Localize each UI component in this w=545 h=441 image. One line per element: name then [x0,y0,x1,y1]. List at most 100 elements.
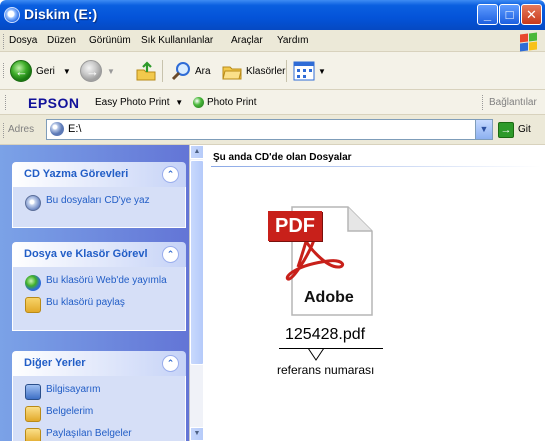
toolbar-separator [286,60,287,82]
place-shared-documents[interactable]: Paylaşılan Belgeler [25,428,185,441]
file-view: Şu anda CD'de olan Dosyalar PDF Adobe 12… [203,145,545,441]
address-label: Adres [8,124,35,135]
collapse-icon[interactable]: ⌃ [162,246,179,263]
task-publish-web[interactable]: Bu klasörü Web'de yayımla [25,275,185,291]
maximize-button[interactable]: □ [499,4,520,25]
up-folder-icon [136,61,156,81]
views-icon [293,61,315,81]
cd-drive-icon [4,7,20,23]
scroll-down-icon[interactable]: ▼ [190,427,204,441]
toolbar-grip [3,63,6,78]
task-share-folder[interactable]: Bu klasörü paylaş [25,297,185,313]
place-my-documents[interactable]: Belgelerim [25,406,185,422]
documents-folder-icon [25,406,41,422]
address-grip [3,123,6,138]
views-button[interactable]: ▼ [293,58,326,84]
go-arrow-icon[interactable]: → [498,122,514,138]
back-label: Geri [36,65,55,77]
photo-print-button[interactable]: Photo Print [193,97,256,108]
adobe-logo-text: Adobe [304,289,354,306]
menu-dosya[interactable]: Dosya [9,35,37,46]
file-name[interactable]: 125428.pdf [285,326,365,344]
panel-title: Dosya ve Klasör Görevl [24,248,148,260]
pdf-badge: PDF [268,211,322,241]
collapse-icon[interactable]: ⌃ [162,355,179,372]
address-input[interactable]: E:\ ▼ [46,119,493,140]
minimize-button[interactable]: _ [477,4,498,25]
panel-body: Bu dosyaları CD'ye yaz [12,187,186,228]
windows-logo-icon [519,32,537,52]
forward-dropdown-icon[interactable]: ▼ [107,67,115,76]
task-pane: CD Yazma Görevleri ⌃ Bu dosyaları CD'ye … [0,145,189,441]
file-folder-tasks-panel: Dosya ve Klasör Görevl ⌃ Bu klasörü Web'… [12,242,186,331]
epson-toolbar: EPSON Easy Photo Print ▼ Photo Print Bağ… [0,90,545,115]
search-label: Ara [195,65,211,77]
annotation-bracket [279,348,383,349]
cd-write-icon [25,195,41,211]
shared-documents-folder-icon [25,428,41,441]
cd-drive-icon [50,122,64,136]
go-button[interactable]: Git [518,124,531,135]
collapse-icon[interactable]: ⌃ [162,166,179,183]
menu-duzen[interactable]: Düzen [47,35,76,46]
menu-grip [3,34,6,49]
up-folder-button[interactable] [135,58,157,84]
back-dropdown-icon[interactable]: ▼ [63,67,71,76]
title-bar[interactable]: Diskim (E:) _ □ ✕ [0,0,545,30]
other-places-panel: Diğer Yerler ⌃ Bilgisayarım Belgelerim P… [12,351,186,441]
panel-title: CD Yazma Görevleri [24,168,129,180]
place-label: Belgelerim [46,406,94,417]
task-label: Bu klasörü paylaş [46,297,125,308]
menu-yardim[interactable]: Yardım [277,35,309,46]
folders-button[interactable]: Klasörler [221,58,285,84]
place-my-computer[interactable]: Bilgisayarım [25,384,185,400]
links-toolbar[interactable]: Bağlantılar [489,97,537,108]
panel-header[interactable]: CD Yazma Görevleri ⌃ [12,162,186,187]
folders-label: Klasörler [246,65,286,77]
task-write-to-cd[interactable]: Bu dosyaları CD'ye yaz [25,195,185,211]
back-button[interactable]: ← Geri ▼ [10,58,71,84]
section-divider [211,166,541,167]
menu-sik-kullanilanlar[interactable]: Sık Kullanılanlar [141,35,213,46]
annotation-pointer [307,348,325,361]
easy-photo-print-button[interactable]: Easy Photo Print ▼ [95,97,183,108]
forward-button[interactable]: → ▼ [80,58,115,84]
address-bar: Adres E:\ ▼ → Git [0,115,545,145]
panel-header[interactable]: Diğer Yerler ⌃ [12,351,186,376]
folders-icon [222,66,242,80]
address-dropdown-icon[interactable]: ▼ [475,120,492,139]
back-arrow-icon: ← [10,60,32,82]
place-label: Bilgisayarım [46,384,101,395]
forward-arrow-icon: → [80,60,102,82]
annotation-text: referans numarası [277,363,375,377]
views-dropdown-icon: ▼ [318,66,326,76]
menu-araclar[interactable]: Araçlar [231,35,263,46]
search-button[interactable]: Ara [170,58,211,84]
close-button[interactable]: ✕ [521,4,542,25]
address-value: E:\ [68,123,82,135]
easy-photo-print-dropdown-icon: ▼ [175,98,184,107]
scroll-thumb[interactable] [190,160,204,365]
scroll-up-icon[interactable]: ▲ [190,145,204,159]
cd-writing-tasks-panel: CD Yazma Görevleri ⌃ Bu dosyaları CD'ye … [12,162,186,228]
globe-icon [25,275,41,291]
pdf-file-item[interactable]: PDF Adobe [268,203,378,318]
computer-icon [25,384,41,400]
panel-title: Diğer Yerler [24,357,86,369]
shared-folder-icon [25,297,41,313]
standard-toolbar: ← Geri ▼ → ▼ Ara Klasörler ▼ [0,52,545,90]
window-title: Diskim (E:) [24,6,98,22]
section-title: Şu anda CD'de olan Dosyalar [213,152,352,163]
task-pane-scrollbar[interactable]: ▲ ▼ [189,145,204,441]
panel-header[interactable]: Dosya ve Klasör Görevl ⌃ [12,242,186,267]
menu-bar: Dosya Düzen Görünüm Sık Kullanılanlar Ar… [0,30,545,52]
menu-gorunum[interactable]: Görünüm [89,35,131,46]
task-label: Bu dosyaları CD'ye yaz [46,195,150,206]
toolbar-separator [162,60,163,82]
search-icon [171,62,190,81]
place-label: Paylaşılan Belgeler [46,428,132,439]
epson-logo: EPSON [28,95,80,111]
links-grip [482,95,485,110]
epson-grip [5,95,8,110]
task-label: Bu klasörü Web'de yayımla [46,275,167,286]
